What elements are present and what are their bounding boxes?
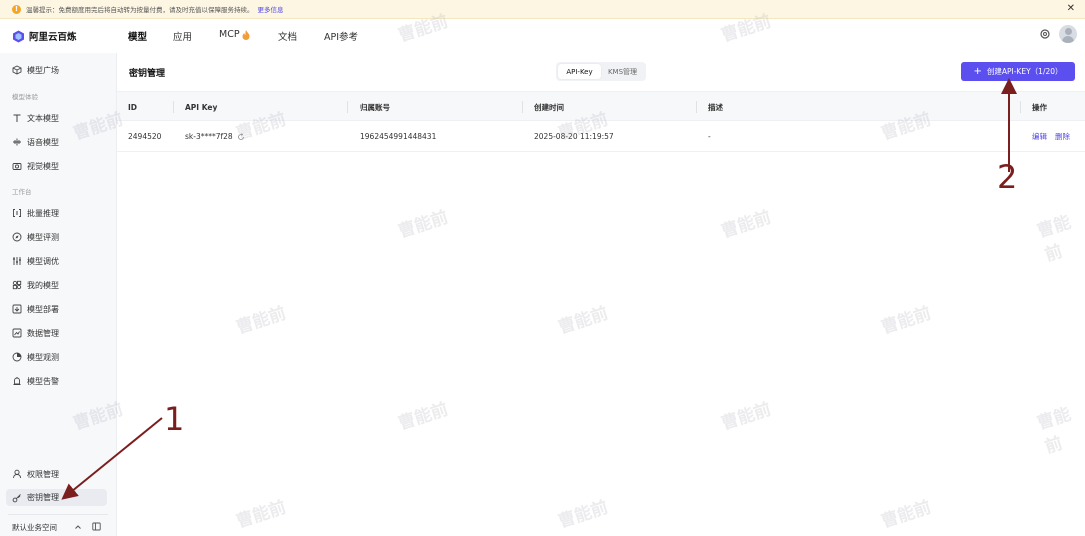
close-icon[interactable]: ✕: [1067, 4, 1075, 14]
collapse-sidebar-icon[interactable]: [92, 522, 101, 531]
chevron-up-icon[interactable]: [74, 523, 82, 531]
warning-icon: !: [12, 4, 21, 14]
cube-icon: [12, 65, 22, 75]
sidebar-item-model-eval[interactable]: 模型评测: [12, 230, 59, 244]
sidebar-item-model-square[interactable]: 模型广场: [12, 63, 59, 77]
column-header-api-key: API Key: [185, 102, 218, 112]
tab-kms[interactable]: KMS管理: [601, 64, 644, 79]
column-header-ops: 操作: [1032, 102, 1047, 112]
notice-more-link[interactable]: 更多信息: [258, 4, 284, 14]
alert-icon: [13, 377, 21, 385]
top-navbar: 阿里云百炼 模型 应用 MCP 文档 API参考: [0, 19, 1085, 53]
main-content: 密钥管理 API-Key KMS管理 + 创建API-KEY（1/20） ID …: [117, 53, 1085, 536]
sidebar-item-text-model[interactable]: 文本模型: [12, 111, 59, 125]
sidebar-item-my-models[interactable]: 我的模型: [12, 278, 59, 292]
column-header-desc: 描述: [708, 102, 723, 112]
fire-icon: [242, 29, 250, 40]
page-title: 密钥管理: [129, 69, 166, 79]
cell-ops: 编辑 删除: [1032, 121, 1078, 152]
cell-desc: -: [708, 132, 711, 141]
deploy-icon: [12, 304, 22, 314]
cell-id: 2494520: [128, 132, 162, 141]
workspace-selector[interactable]: 默认业务空间: [12, 522, 57, 533]
nav-apps[interactable]: 应用: [173, 29, 192, 43]
chart-icon: [12, 328, 22, 338]
grid-icon: [12, 280, 22, 290]
sidebar-item-data-management[interactable]: 数据管理: [12, 326, 59, 340]
delete-link[interactable]: 删除: [1055, 131, 1070, 142]
waveform-icon: [13, 138, 21, 146]
sidebar-item-permissions[interactable]: 权限管理: [12, 467, 59, 481]
sidebar: 模型广场 模型体验 文本模型 语音模型 视觉模型 工作台 批量推理 模型评测 模…: [0, 53, 117, 536]
cell-account: 1962454991448431: [360, 132, 437, 141]
nav-models[interactable]: 模型: [128, 29, 147, 43]
nav-docs[interactable]: 文档: [278, 29, 297, 43]
tab-switcher: API-Key KMS管理: [556, 62, 646, 81]
nav-api-reference[interactable]: API参考: [324, 29, 358, 43]
camera-icon: [12, 163, 22, 170]
notice-bar: ! 温馨提示：免费额度用完后将自动转为按量付费，请及时充值以保障服务持续。 更多…: [0, 0, 1085, 19]
bailian-logo-icon: [13, 30, 24, 42]
refresh-icon[interactable]: [237, 132, 245, 141]
sidebar-group-label: 工作台: [12, 188, 32, 196]
create-api-key-button[interactable]: + 创建API-KEY（1/20）: [961, 62, 1075, 81]
sidebar-item-model-tuning[interactable]: 模型调优: [12, 254, 59, 268]
table-row: 2494520 sk-3****7f28 1962454991448431 20…: [117, 121, 1085, 152]
gear-icon[interactable]: [1039, 28, 1051, 40]
sidebar-group-label: 模型体验: [12, 93, 38, 101]
nav-mcp[interactable]: MCP: [219, 29, 250, 40]
user-icon: [13, 469, 21, 479]
sliders-icon: [13, 257, 21, 265]
cell-api-key: sk-3****7f28: [185, 121, 245, 152]
table-header: ID API Key 归属账号 创建时间 描述 操作: [117, 91, 1085, 121]
cell-created: 2025-08-20 11:19:57: [534, 132, 614, 141]
logo[interactable]: 阿里云百炼: [12, 29, 116, 43]
tab-api-key[interactable]: API-Key: [558, 64, 601, 79]
column-header-created: 创建时间: [534, 102, 564, 112]
sidebar-item-vision-model[interactable]: 视觉模型: [12, 159, 59, 173]
sidebar-item-voice-model[interactable]: 语音模型: [12, 135, 59, 149]
sidebar-item-model-observe[interactable]: 模型观测: [12, 350, 59, 364]
sidebar-item-model-deploy[interactable]: 模型部署: [12, 302, 59, 316]
notice-text: 温馨提示：免费额度用完后将自动转为按量付费，请及时充值以保障服务持续。: [26, 6, 254, 14]
key-icon: [12, 493, 21, 502]
avatar[interactable]: [1059, 25, 1077, 43]
compass-icon: [12, 232, 22, 242]
pie-icon: [12, 352, 22, 362]
sidebar-item-batch-inference[interactable]: 批量推理: [12, 206, 59, 220]
text-icon: [13, 114, 21, 122]
logo-text: 阿里云百炼: [29, 32, 77, 43]
sidebar-item-key-management[interactable]: 密钥管理: [6, 489, 107, 506]
column-header-account: 归属账号: [360, 102, 390, 112]
edit-link[interactable]: 编辑: [1032, 131, 1047, 142]
brackets-icon: [13, 209, 21, 217]
plus-icon: +: [973, 65, 982, 77]
column-header-id: ID: [128, 102, 138, 112]
sidebar-item-model-alert[interactable]: 模型告警: [12, 374, 59, 388]
